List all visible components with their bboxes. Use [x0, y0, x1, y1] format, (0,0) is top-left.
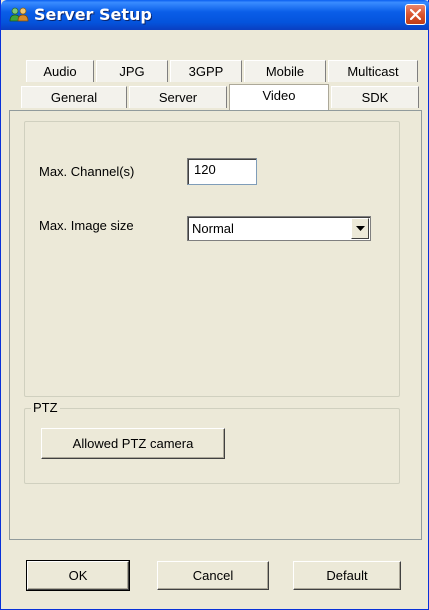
tab-sdk[interactable]: SDK: [331, 86, 419, 108]
tab-server[interactable]: Server: [129, 86, 227, 108]
close-button[interactable]: [405, 4, 426, 25]
tab-jpg[interactable]: JPG: [96, 60, 168, 82]
window-title: Server Setup: [34, 5, 152, 24]
tab-audio[interactable]: Audio: [26, 60, 94, 82]
video-tab-panel: Max. Channel(s) 120 Max. Image size Norm…: [9, 110, 422, 540]
tab-mobile[interactable]: Mobile: [244, 60, 326, 82]
tab-multicast[interactable]: Multicast: [328, 60, 418, 82]
max-image-size-value: Normal: [192, 221, 234, 236]
tab-3gpp[interactable]: 3GPP: [170, 60, 242, 82]
max-image-size-select[interactable]: Normal: [187, 216, 371, 241]
ptz-group-label: PTZ: [31, 400, 60, 415]
title-bar[interactable]: Server Setup: [1, 0, 429, 30]
video-settings-group: Max. Channel(s) 120 Max. Image size Norm…: [24, 121, 400, 397]
cancel-button[interactable]: Cancel: [157, 561, 269, 590]
tab-video[interactable]: Video: [229, 84, 329, 110]
max-image-size-label: Max. Image size: [39, 218, 134, 233]
close-icon: [410, 9, 421, 20]
tab-general[interactable]: General: [21, 86, 127, 108]
dropdown-button[interactable]: [351, 218, 369, 239]
allowed-ptz-camera-button[interactable]: Allowed PTZ camera: [41, 428, 225, 459]
users-icon: [9, 6, 29, 24]
ok-button[interactable]: OK: [26, 560, 130, 591]
max-channels-input[interactable]: 120: [187, 158, 257, 185]
server-setup-window: Server Setup Audio JPG 3GPP Mobile Multi…: [0, 0, 429, 610]
ptz-group: PTZ Allowed PTZ camera: [24, 400, 400, 484]
chevron-down-icon: [356, 226, 365, 231]
default-button[interactable]: Default: [293, 561, 401, 590]
max-channels-label: Max. Channel(s): [39, 164, 135, 179]
